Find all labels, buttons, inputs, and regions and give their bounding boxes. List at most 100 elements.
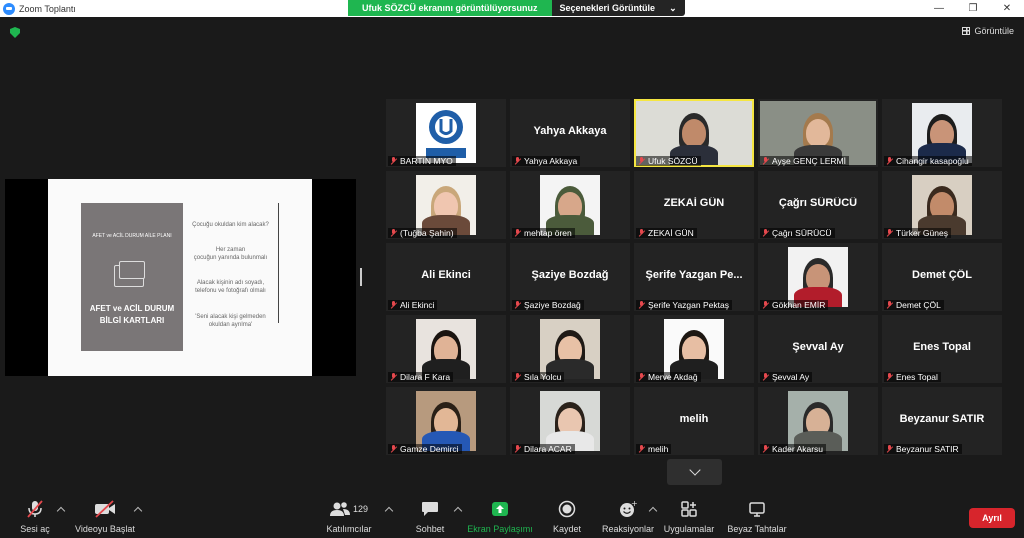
- slide-small-title: AFET ve ACİL DURUM AİLE PLANI: [92, 233, 172, 239]
- participant-tile[interactable]: Dilara ACAR: [510, 387, 630, 455]
- view-options-button[interactable]: Seçenekleri Görüntüle ⌄: [551, 0, 685, 16]
- chevron-up-icon: [453, 506, 463, 516]
- gallery-next-page-button[interactable]: [667, 459, 722, 485]
- slide-text-line: telefonu ve fotoğrafı olmalı: [195, 288, 266, 294]
- participant-name: Türker Güneş: [896, 228, 948, 238]
- participant-display-name: Demet ÇÖL: [912, 269, 972, 281]
- participant-tile[interactable]: Sıla Yolcu: [510, 315, 630, 383]
- start-video-button[interactable]: Videoyu Başlat: [74, 500, 136, 534]
- participant-tile[interactable]: ZEKAİ GÜN ZEKAİ GÜN: [634, 171, 754, 239]
- participant-name-label: Dilara F Kara: [388, 372, 454, 382]
- participant-name: Çağrı SÜRÜCÜ: [772, 228, 832, 238]
- zoom-app-icon: [3, 2, 15, 15]
- participant-name-label: Şevval Ay: [760, 372, 813, 382]
- participant-tile[interactable]: Şerife Yazgan Pe... Şerife Yazgan Pektaş: [634, 243, 754, 311]
- security-shield-icon[interactable]: [10, 27, 20, 38]
- zoom-meeting-window: Zoom Toplantı — ❐ ✕ Ufuk SÖZCÜ ekranını …: [0, 0, 1024, 538]
- participant-name: Enes Topal: [896, 372, 938, 382]
- participant-tile[interactable]: Ayşe GENÇ LERMİ: [758, 99, 878, 167]
- share-screen-button[interactable]: Ekran Paylaşımı: [466, 500, 534, 534]
- participant-tile[interactable]: Türker Güneş: [882, 171, 1002, 239]
- participant-name: Gamze Demirci: [400, 444, 459, 454]
- participant-tile[interactable]: melih melih: [634, 387, 754, 455]
- slide-divider: [278, 203, 279, 323]
- participant-tile[interactable]: Gökhan EMİR: [758, 243, 878, 311]
- muted-mic-icon: [390, 301, 397, 309]
- participant-name: Yahya Akkaya: [524, 156, 578, 166]
- participant-tile[interactable]: Yahya Akkaya Yahya Akkaya: [510, 99, 630, 167]
- participant-tile[interactable]: Şaziye Bozdağ Şaziye Bozdağ: [510, 243, 630, 311]
- participant-name: Şaziye Bozdağ: [524, 300, 581, 310]
- participant-name: mehtap ören: [524, 228, 572, 238]
- share-screen-icon: [466, 500, 534, 518]
- muted-mic-icon: [514, 373, 521, 381]
- participant-name-label: Demet ÇÖL: [884, 300, 944, 310]
- apps-button[interactable]: Uygulamalar: [662, 500, 716, 534]
- participant-tile[interactable]: Ali Ekinci Ali Ekinci: [386, 243, 506, 311]
- close-icon[interactable]: ✕: [990, 0, 1024, 17]
- participants-button[interactable]: 129 Katılımcılar: [322, 500, 376, 534]
- participant-tile[interactable]: (Tuğba Şahin): [386, 171, 506, 239]
- participant-tile[interactable]: Demet ÇÖL Demet ÇÖL: [882, 243, 1002, 311]
- participant-name-label: Kader Akarsu: [760, 444, 827, 454]
- participant-tile[interactable]: mehtap ören: [510, 171, 630, 239]
- cards-icon: [114, 261, 145, 287]
- participant-tile[interactable]: Kader Akarsu: [758, 387, 878, 455]
- muted-mic-icon: [762, 229, 769, 237]
- muted-mic-icon: [18, 500, 52, 518]
- participant-tile[interactable]: Beyzanur SATIR Beyzanur SATIR: [882, 387, 1002, 455]
- split-view-handle[interactable]: [360, 268, 362, 286]
- muted-mic-icon: [886, 373, 893, 381]
- window-controls: — ❐ ✕: [922, 0, 1024, 17]
- participant-video: [664, 319, 724, 379]
- participant-tile[interactable]: Cihangir kasapoğlu: [882, 99, 1002, 167]
- participant-tile[interactable]: Dilara F Kara: [386, 315, 506, 383]
- participant-display-name: Şaziye Bozdağ: [531, 269, 609, 281]
- participant-video: [416, 319, 476, 379]
- unmute-button[interactable]: Sesi aç: [18, 500, 52, 534]
- participant-name: Dilara F Kara: [400, 372, 451, 382]
- participant-tile[interactable]: BARTIN MYO: [386, 99, 506, 167]
- participants-count: 129: [352, 504, 369, 514]
- grid-view-icon: [962, 27, 971, 35]
- muted-mic-icon: [638, 445, 645, 453]
- view-button[interactable]: Görüntüle: [962, 26, 1014, 36]
- participant-display-name: melih: [679, 413, 709, 425]
- participant-tile[interactable]: Merve Akdağ: [634, 315, 754, 383]
- whiteboard-button[interactable]: Beyaz Tahtalar: [726, 500, 788, 534]
- view-button-label: Görüntüle: [974, 26, 1014, 36]
- share-banner-message: Ufuk SÖZCÜ ekranını görüntülüyorsunuz: [348, 0, 552, 16]
- muted-mic-icon: [886, 157, 893, 165]
- minimize-icon[interactable]: —: [922, 0, 956, 17]
- participants-icon-group: 129: [322, 500, 376, 518]
- participant-name-label: ZEKAİ GÜN: [636, 228, 697, 238]
- apps-icon: [662, 500, 716, 518]
- participant-tile[interactable]: Şevval Ay Şevval Ay: [758, 315, 878, 383]
- participant-name-label: Çağrı SÜRÜCÜ: [760, 228, 835, 238]
- participant-tile[interactable]: Enes Topal Enes Topal: [882, 315, 1002, 383]
- participant-display-name: Ali Ekinci: [421, 269, 471, 281]
- participant-tile[interactable]: Ufuk SÖZCÜ: [634, 99, 754, 167]
- chevron-down-icon: ⌄: [669, 2, 677, 13]
- leave-meeting-button[interactable]: Ayrıl: [969, 508, 1015, 528]
- participant-name: Dilara ACAR: [524, 444, 572, 454]
- shared-screen[interactable]: AFET ve ACİL DURUM AİLE PLANI AFET ve AC…: [5, 179, 356, 376]
- shared-slide: AFET ve ACİL DURUM AİLE PLANI AFET ve AC…: [48, 179, 312, 376]
- participant-name-label: BARTIN MYO: [388, 156, 456, 166]
- muted-mic-icon: [762, 373, 769, 381]
- participant-name-label: Sıla Yolcu: [512, 372, 565, 382]
- reactions-button[interactable]: + Reaksiyonlar: [600, 500, 656, 534]
- participant-display-name: Şerife Yazgan Pe...: [645, 269, 743, 281]
- slide-left-panel: AFET ve ACİL DURUM AİLE PLANI AFET ve AC…: [81, 203, 183, 351]
- participant-video: [540, 391, 600, 451]
- participant-tile[interactable]: Gamze Demirci: [386, 387, 506, 455]
- participant-tile[interactable]: Çağrı SÜRÜCÜ Çağrı SÜRÜCÜ: [758, 171, 878, 239]
- muted-mic-icon: [514, 157, 521, 165]
- participant-name-label: Gökhan EMİR: [760, 300, 829, 310]
- participant-video: [416, 391, 476, 451]
- screen-share-banner: Ufuk SÖZCÜ ekranını görüntülüyorsunuz Se…: [348, 0, 685, 16]
- chat-button[interactable]: Sohbet: [412, 500, 448, 534]
- maximize-icon[interactable]: ❐: [956, 0, 990, 17]
- record-button[interactable]: Kaydet: [550, 500, 584, 534]
- slide-big-title-line2: BİLGİ KARTLARI: [99, 316, 165, 325]
